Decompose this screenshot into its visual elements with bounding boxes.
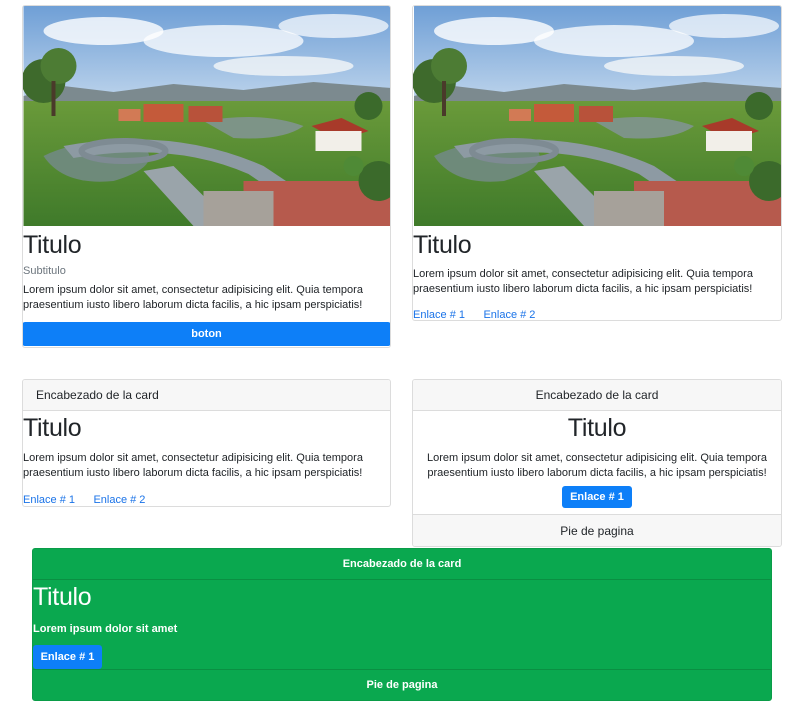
enlace-1-button[interactable]: Enlace # 1 (33, 645, 102, 669)
card-title: Titulo (33, 583, 92, 611)
link-1[interactable]: Enlace # 1 (23, 494, 75, 506)
card-subtitle: Subtitulo (23, 265, 66, 277)
card-text: Lorem ipsum dolor sit amet, consectetur … (23, 284, 363, 311)
link-1[interactable]: Enlace # 1 (413, 309, 465, 320)
card-header: Encabezado de la card (33, 549, 771, 580)
card-text: Lorem ipsum dolor sit amet, consectetur … (23, 452, 363, 479)
card-title: Titulo (413, 231, 472, 259)
card-centered: Encabezado de la card Titulo Lorem ipsum… (412, 379, 782, 547)
card-header: Encabezado de la card (413, 380, 781, 411)
card-image (413, 6, 781, 226)
campus-photo (413, 6, 781, 226)
campus-photo (23, 6, 390, 226)
card-title: Titulo (567, 414, 627, 442)
card-header-links: Encabezado de la card Titulo Lorem ipsum… (22, 379, 391, 507)
card-success: Encabezado de la card Titulo Lorem ipsum… (32, 548, 772, 701)
card-header: Encabezado de la card (23, 380, 390, 411)
card-title: Titulo (23, 231, 82, 259)
card-footer: Pie de pagina (413, 514, 781, 546)
card-text: Lorem ipsum dolor sit amet, consectetur … (427, 452, 767, 479)
card-title: Titulo (23, 414, 82, 442)
link-2[interactable]: Enlace # 2 (483, 309, 535, 320)
card-text: Lorem ipsum dolor sit amet (33, 623, 178, 635)
link-2[interactable]: Enlace # 2 (93, 494, 145, 506)
boton-button[interactable]: boton (23, 322, 390, 346)
card-text: Lorem ipsum dolor sit amet, consectetur … (413, 268, 753, 295)
card-image (23, 6, 390, 226)
enlace-1-button[interactable]: Enlace # 1 (562, 486, 632, 508)
card-image-links: Titulo Lorem ipsum dolor sit amet, conse… (412, 5, 782, 321)
card-image-button: Titulo Subtitulo Lorem ipsum dolor sit a… (22, 5, 391, 348)
card-footer: Pie de pagina (33, 669, 771, 700)
